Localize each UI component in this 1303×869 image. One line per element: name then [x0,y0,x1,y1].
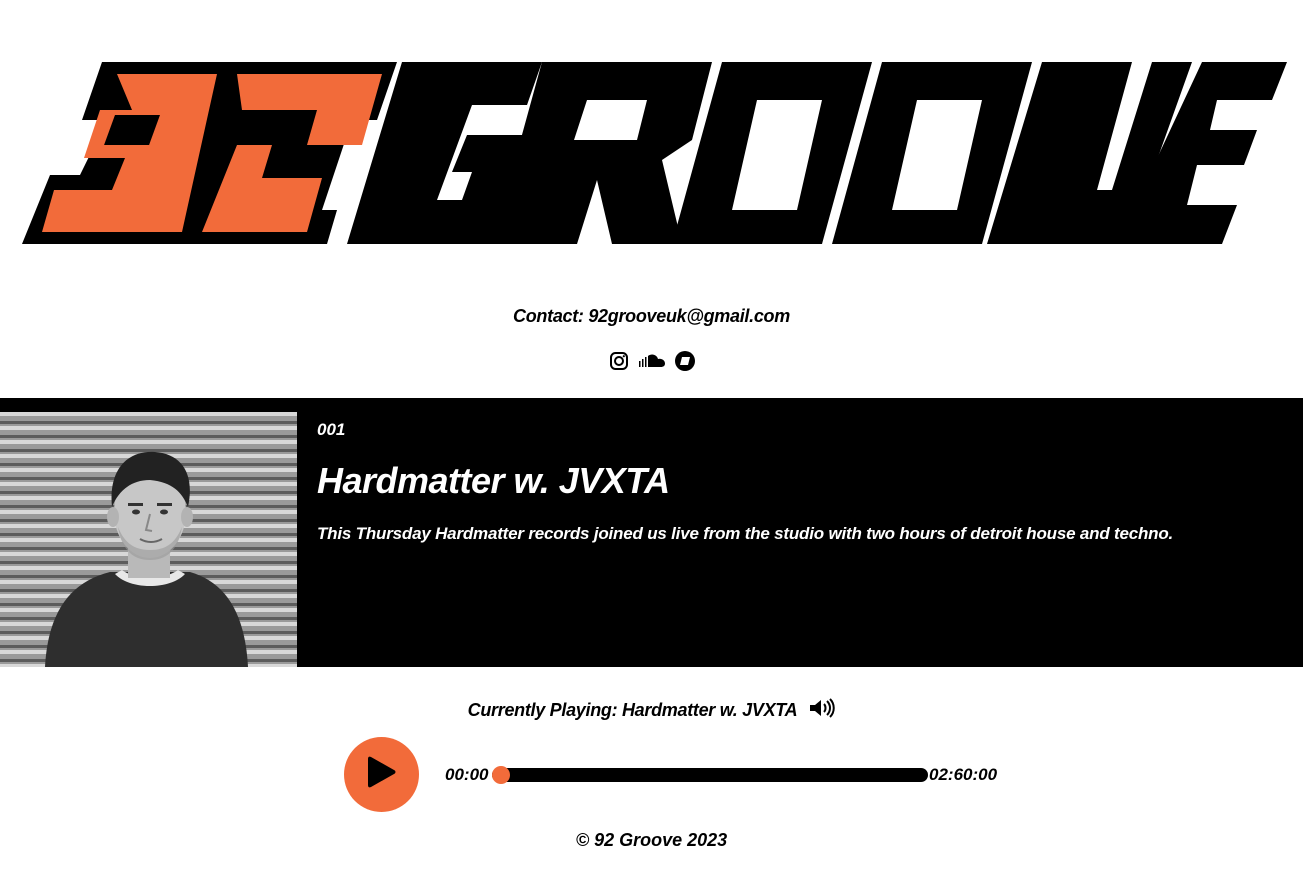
play-button[interactable] [344,737,419,812]
progress-thumb[interactable] [492,766,510,784]
episode-card[interactable]: 001 Hardmatter w. JVXTA This Thursday Ha… [0,400,1303,667]
logo-92-mark [22,62,397,244]
artist-photo [0,412,297,667]
progress-track[interactable] [492,768,928,782]
volume-icon[interactable] [809,698,836,723]
footer-copyright: © 92 Groove 2023 [575,830,728,850]
current-time: 00:00 [445,765,489,784]
episode-title[interactable]: Hardmatter w. JVXTA [317,460,670,502]
instagram-icon[interactable] [608,350,630,372]
episode-description: This Thursday Hardmatter records joined … [317,524,1174,543]
total-time: 02:60:00 [929,765,998,784]
social-links [0,350,1303,372]
play-icon [366,754,398,795]
episode-number: 001 [317,420,346,439]
logo-groove-word [347,62,1287,244]
bandcamp-icon[interactable] [674,350,696,372]
soundcloud-icon[interactable] [638,350,666,372]
contact-text: Contact: 92grooveuk@gmail.com [513,306,790,326]
audio-player: 00:00 02:60:00 [344,737,1024,813]
now-playing-text: Currently Playing: Hardmatter w. JVXTA [467,700,798,720]
92-groove-logo [22,62,1287,244]
now-playing-bar: Currently Playing: Hardmatter w. JVXTA [0,698,1303,723]
